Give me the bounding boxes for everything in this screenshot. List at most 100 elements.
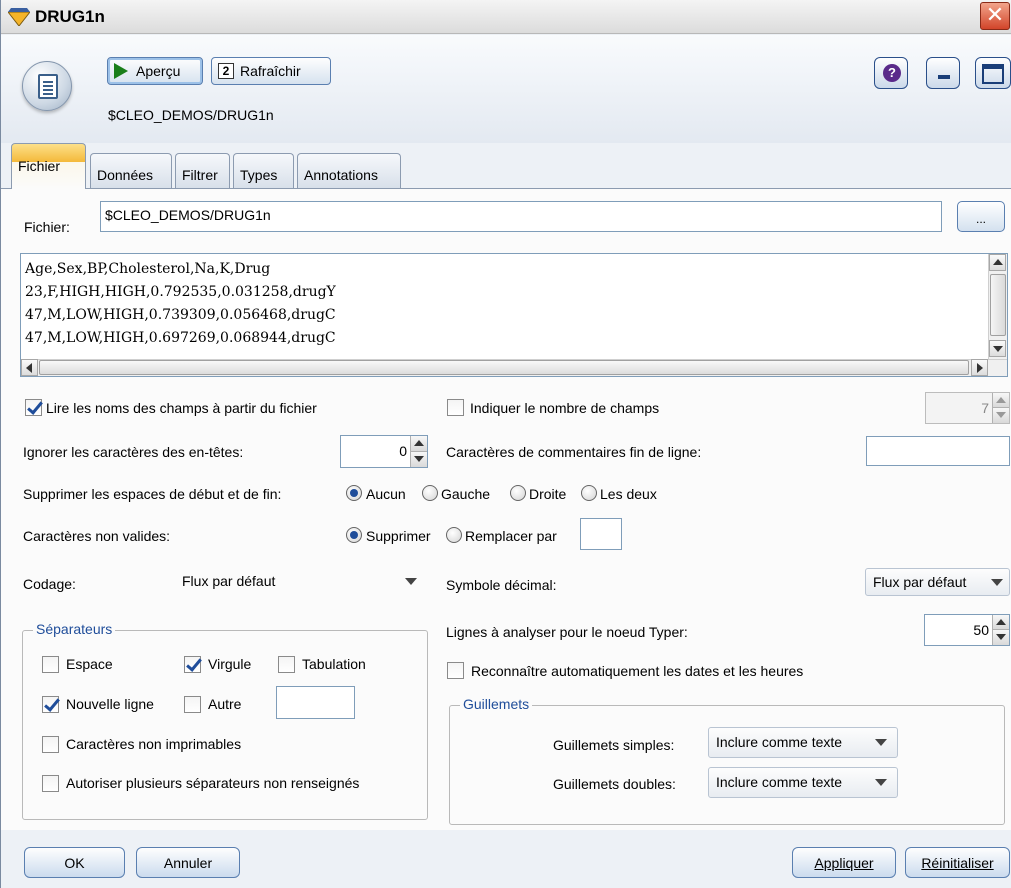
refresh-icon: 2 bbox=[218, 63, 234, 79]
tab-fichier[interactable]: Fichier bbox=[11, 143, 86, 189]
minimize-button[interactable] bbox=[926, 57, 960, 89]
maximize-button[interactable] bbox=[975, 57, 1011, 89]
chevron-down-icon bbox=[875, 739, 887, 746]
tab-donnees[interactable]: Données bbox=[90, 153, 172, 188]
close-button[interactable]: ✕ bbox=[980, 2, 1010, 30]
stepper-up-icon[interactable] bbox=[410, 436, 427, 452]
title-bar: DRUG1n ✕ bbox=[1, 0, 1011, 34]
strip-both-radio[interactable] bbox=[581, 485, 597, 501]
horizontal-scroll-thumb[interactable] bbox=[39, 360, 969, 375]
reset-button[interactable]: Réinitialiser bbox=[905, 847, 1010, 878]
tab-filtrer[interactable]: Filtrer bbox=[175, 153, 230, 188]
strip-right-label: Droite bbox=[529, 486, 567, 502]
vertical-scroll-thumb[interactable] bbox=[990, 274, 1006, 336]
scroll-up-button[interactable] bbox=[989, 254, 1006, 271]
decimal-label: Symbole décimal: bbox=[446, 577, 557, 593]
space-label: Espace bbox=[66, 656, 113, 672]
encoding-select[interactable]: Flux par défaut bbox=[175, 568, 425, 596]
minimize-icon bbox=[938, 75, 950, 79]
dialog-window: DRUG1n ✕ Aperçu 2 Rafraîchir ? $CLEO_DEM… bbox=[0, 0, 1011, 888]
comma-label: Virgule bbox=[208, 656, 252, 672]
preview-button[interactable]: Aperçu bbox=[107, 57, 203, 85]
other-checkbox[interactable] bbox=[184, 696, 201, 713]
newline-label: Nouvelle ligne bbox=[66, 696, 154, 712]
refresh-button[interactable]: 2 Rafraîchir bbox=[211, 57, 331, 85]
tab-sep-label: Tabulation bbox=[302, 656, 366, 672]
replace-char-input[interactable] bbox=[580, 518, 622, 550]
window-title: DRUG1n bbox=[35, 7, 105, 26]
strip-spaces-label: Supprimer les espaces de début et de fin… bbox=[23, 486, 282, 502]
nonprint-checkbox[interactable] bbox=[42, 736, 59, 753]
file-preview-area[interactable]: Age,Sex,BP,Cholesterol,Na,K,Drug 23,F,HI… bbox=[20, 253, 1008, 377]
multi-blank-label: Autoriser plusieurs séparateurs non rens… bbox=[66, 775, 360, 791]
file-path-input[interactable]: $CLEO_DEMOS/DRUG1n bbox=[100, 201, 942, 232]
ok-button[interactable]: OK bbox=[24, 847, 125, 878]
stepper-up-icon[interactable] bbox=[992, 615, 1009, 630]
specify-count-label: Indiquer le nombre de champs bbox=[470, 400, 660, 416]
strip-right-radio[interactable] bbox=[510, 485, 526, 501]
tab-annotations[interactable]: Annotations bbox=[297, 153, 401, 188]
invalid-replace-label: Remplacer par bbox=[465, 528, 557, 544]
eol-comment-label: Caractères de commentaires fin de ligne: bbox=[446, 444, 702, 460]
skip-header-stepper[interactable]: 0 bbox=[340, 435, 428, 468]
tab-bar: Fichier Données Filtrer Types Annotation… bbox=[1, 143, 1011, 189]
nonprint-label: Caractères non imprimables bbox=[66, 736, 242, 752]
quotes-group: Guillemets bbox=[449, 696, 1005, 825]
apply-button[interactable]: Appliquer bbox=[792, 847, 896, 878]
scan-lines-stepper[interactable]: 50 bbox=[924, 614, 1010, 646]
arrow-left-icon bbox=[26, 363, 32, 373]
double-quotes-select[interactable]: Inclure comme texte bbox=[708, 767, 898, 798]
single-quotes-label: Guillemets simples: bbox=[553, 737, 675, 753]
browse-button[interactable]: ... bbox=[957, 201, 1005, 232]
preview-line: Age,Sex,BP,Cholesterol,Na,K,Drug bbox=[25, 261, 271, 277]
horizontal-scrollbar[interactable] bbox=[21, 359, 1007, 376]
strip-none-radio[interactable] bbox=[346, 485, 362, 501]
stepper-down-icon[interactable] bbox=[410, 451, 427, 467]
help-button[interactable]: ? bbox=[874, 57, 908, 89]
tab-checkbox[interactable] bbox=[278, 656, 295, 673]
invalid-replace-radio[interactable] bbox=[446, 527, 462, 543]
node-diamond-icon bbox=[8, 8, 30, 26]
stepper-down-icon[interactable] bbox=[992, 630, 1009, 645]
strip-none-label: Aucun bbox=[366, 486, 406, 502]
field-count-stepper: 7 bbox=[925, 392, 1010, 424]
strip-left-label: Gauche bbox=[441, 486, 491, 502]
tab-types[interactable]: Types bbox=[233, 153, 294, 188]
vertical-scrollbar[interactable] bbox=[988, 254, 1007, 360]
specify-count-checkbox[interactable] bbox=[447, 399, 464, 416]
scroll-left-button[interactable] bbox=[21, 359, 38, 376]
preview-line: 47,M,LOW,HIGH,0.697269,0.068944,drugC bbox=[25, 330, 336, 346]
space-checkbox[interactable] bbox=[42, 656, 59, 673]
single-quotes-select[interactable]: Inclure comme texte bbox=[708, 727, 898, 758]
preview-line: 47,M,LOW,HIGH,0.739309,0.056468,drugC bbox=[25, 307, 336, 323]
double-quotes-label: Guillemets doubles: bbox=[553, 776, 676, 792]
encoding-label: Codage: bbox=[23, 576, 76, 592]
auto-dates-checkbox[interactable] bbox=[447, 662, 464, 679]
eol-comment-input[interactable] bbox=[866, 436, 1010, 466]
scroll-right-button[interactable] bbox=[971, 359, 988, 376]
skip-header-label: Ignorer les caractères des en-têtes: bbox=[23, 444, 244, 460]
newline-checkbox[interactable] bbox=[42, 696, 59, 713]
stepper-down-icon bbox=[992, 408, 1009, 423]
auto-dates-label: Reconnaître automatiquement les dates et… bbox=[471, 663, 804, 679]
arrow-right-icon bbox=[977, 363, 983, 373]
arrow-down-icon bbox=[993, 346, 1003, 352]
comma-checkbox[interactable] bbox=[184, 656, 201, 673]
maximize-icon bbox=[982, 64, 1004, 84]
arrow-up-icon bbox=[993, 259, 1003, 265]
source-node-icon bbox=[22, 61, 72, 111]
chevron-down-icon bbox=[991, 579, 1003, 586]
cancel-button[interactable]: Annuler bbox=[136, 847, 240, 878]
scroll-down-button[interactable] bbox=[989, 340, 1006, 357]
invalid-chars-label: Caractères non valides: bbox=[23, 528, 171, 544]
invalid-remove-radio[interactable] bbox=[346, 527, 362, 543]
help-icon: ? bbox=[883, 64, 901, 82]
separators-legend: Séparateurs bbox=[33, 621, 116, 637]
read-names-checkbox[interactable] bbox=[25, 399, 42, 416]
strip-left-radio[interactable] bbox=[422, 485, 438, 501]
other-separator-input[interactable] bbox=[276, 686, 355, 719]
dialog-header: Aperçu 2 Rafraîchir ? $CLEO_DEMOS/DRUG1n bbox=[1, 35, 1011, 143]
decimal-select[interactable]: Flux par défaut bbox=[865, 568, 1010, 596]
multi-blank-checkbox[interactable] bbox=[42, 775, 59, 792]
preview-line: 23,F,HIGH,HIGH,0.792535,0.031258,drugY bbox=[25, 284, 336, 300]
